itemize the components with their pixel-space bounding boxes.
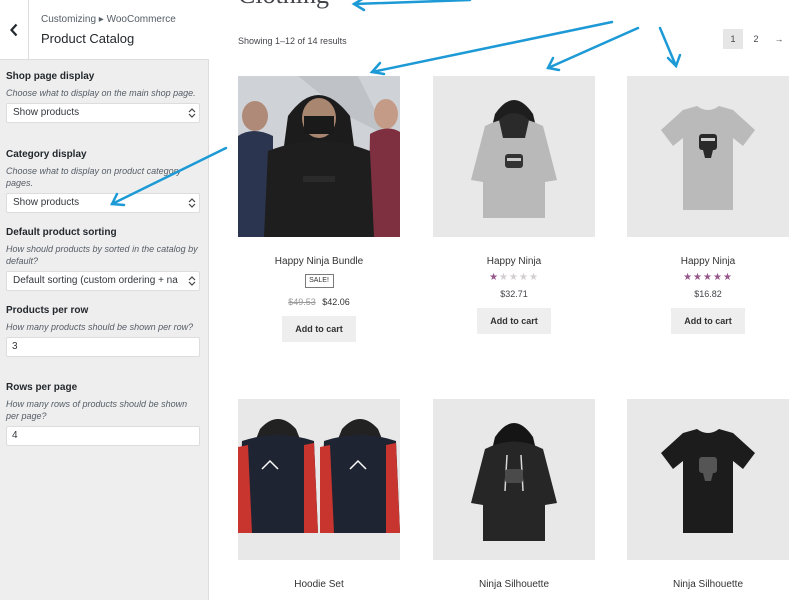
black-tshirt-photo — [627, 399, 789, 560]
shop-page-display-setting: Shop page display Choose what to display… — [6, 70, 200, 123]
old-price: $49.53 — [288, 297, 316, 307]
annotation-arrowhead — [666, 53, 682, 69]
select-arrows-icon — [188, 198, 196, 208]
setting-title: Products per row — [6, 305, 89, 316]
back-button[interactable] — [0, 0, 29, 60]
product-image[interactable] — [433, 399, 595, 560]
default-sorting-select[interactable]: Default sorting (custom ordering + na — [6, 271, 200, 291]
annotation-arrow — [370, 20, 614, 74]
result-count: Showing 1–12 of 14 results — [238, 36, 347, 46]
product-price: $16.82 — [694, 289, 722, 299]
category-display-select[interactable]: Show products — [6, 193, 200, 213]
setting-description: Choose what to display on the main shop … — [6, 88, 196, 98]
star-rating: ★★★★★ — [683, 272, 733, 283]
products-per-row-input[interactable]: 3 — [6, 337, 200, 357]
select-value: Show products — [13, 197, 80, 208]
page-title: Clothing — [238, 0, 329, 10]
select-value: Default sorting (custom ordering + na — [13, 275, 178, 286]
section-title: Product Catalog — [41, 31, 135, 46]
add-to-cart-button[interactable]: Add to cart — [477, 308, 551, 334]
select-arrows-icon — [188, 276, 196, 286]
sale-badge: SALE! — [304, 274, 334, 288]
product-image[interactable] — [433, 76, 595, 237]
product-card: Happy Ninja ★★★★★ $32.71 Add to cart — [433, 76, 595, 334]
default-sorting-setting: Default product sorting How should produ… — [6, 226, 200, 291]
product-name[interactable]: Happy Ninja Bundle — [238, 256, 400, 267]
setting-title: Default product sorting — [6, 227, 117, 238]
sale-price: $42.06 — [322, 297, 350, 307]
product-name[interactable]: Happy Ninja — [627, 256, 789, 267]
product-image[interactable] — [238, 76, 400, 237]
annotation-arrowhead — [351, 0, 366, 12]
product-name[interactable]: Ninja Silhouette — [433, 579, 595, 590]
select-value: Show products — [13, 107, 80, 118]
annotation-arrowhead — [369, 61, 386, 76]
next-page-link[interactable]: → — [769, 29, 789, 49]
black-hoodie-photo — [433, 399, 595, 560]
setting-description: How many rows of products should be show… — [6, 399, 188, 421]
page-1-link[interactable]: 1 — [723, 29, 743, 49]
add-to-cart-button[interactable]: Add to cart — [282, 316, 356, 342]
annotation-arrow — [658, 26, 678, 68]
product-card: Happy Ninja Bundle SALE! $49.53 $42.06 A… — [238, 76, 400, 342]
product-image[interactable] — [238, 399, 400, 560]
select-arrows-icon — [188, 108, 196, 118]
product-image[interactable] — [627, 399, 789, 560]
rows-per-page-input[interactable]: 4 — [6, 426, 200, 446]
page-2-link[interactable]: 2 — [746, 29, 766, 49]
product-card: Ninja Silhouette — [627, 399, 789, 590]
product-card: Ninja Silhouette — [433, 399, 595, 590]
product-price: $32.71 — [500, 289, 528, 299]
product-name[interactable]: Happy Ninja — [433, 256, 595, 267]
gray-hoodie-photo — [433, 76, 595, 237]
setting-title: Shop page display — [6, 71, 95, 82]
gray-tshirt-photo — [627, 76, 789, 237]
products-per-row-setting: Products per row How many products shoul… — [6, 304, 200, 357]
hoodie-set-photo — [238, 399, 400, 560]
product-card: Happy Ninja ★★★★★ $16.82 Add to cart — [627, 76, 789, 334]
annotation-arrow — [546, 26, 640, 70]
setting-title: Rows per page — [6, 382, 78, 393]
chevron-left-icon — [10, 23, 18, 37]
rows-per-page-setting: Rows per page How many rows of products … — [6, 381, 200, 446]
setting-description: How should products by sorted in the cat… — [6, 244, 198, 266]
product-name[interactable]: Hoodie Set — [238, 579, 400, 590]
product-name[interactable]: Ninja Silhouette — [627, 579, 789, 590]
customizer-header: Customizing ▸ WooCommerce Product Catalo… — [0, 0, 209, 60]
add-to-cart-button[interactable]: Add to cart — [671, 308, 745, 334]
breadcrumb: Customizing ▸ WooCommerce — [41, 14, 176, 25]
setting-description: Choose what to display on product catego… — [6, 166, 182, 188]
shop-page-display-select[interactable]: Show products — [6, 103, 200, 123]
product-image[interactable] — [627, 76, 789, 237]
product-price: $49.53 $42.06 — [238, 297, 400, 307]
annotation-arrow — [352, 0, 472, 6]
category-display-setting: Category display Choose what to display … — [6, 148, 200, 213]
star-rating: ★★★★★ — [489, 272, 539, 283]
setting-description: How many products should be shown per ro… — [6, 322, 194, 332]
bundle-photo — [238, 76, 400, 237]
product-card: Hoodie Set — [238, 399, 400, 590]
setting-title: Category display — [6, 149, 87, 160]
annotation-arrowhead — [546, 56, 561, 72]
customizer-panel: Customizing ▸ WooCommerce Product Catalo… — [0, 0, 209, 600]
